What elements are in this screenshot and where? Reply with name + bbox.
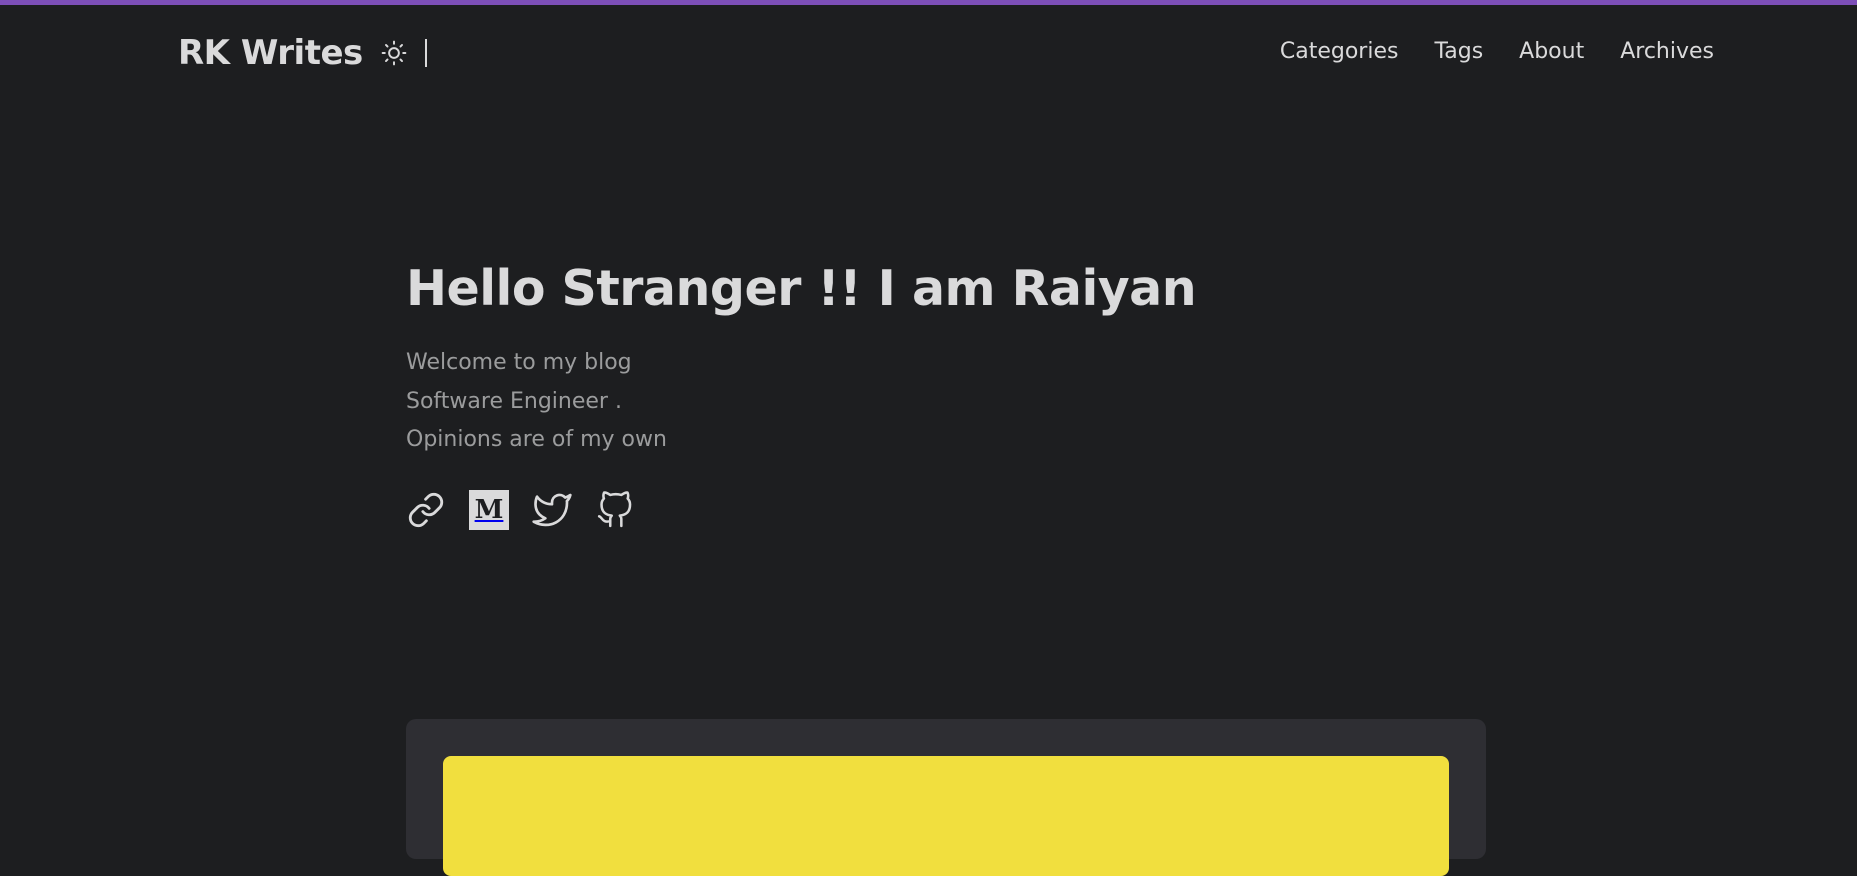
hero-line-welcome: Welcome to my blog: [406, 350, 632, 375]
nav-archives[interactable]: Archives: [1620, 39, 1714, 64]
theme-toggle-button[interactable]: [379, 38, 409, 68]
github-button[interactable]: [595, 490, 635, 530]
github-icon: [597, 490, 632, 527]
twitter-icon: [532, 493, 572, 526]
main-nav: Categories Tags About Archives: [1280, 39, 1714, 64]
hero-description: Welcome to my blog Software Engineer . O…: [406, 344, 1486, 460]
link-button[interactable]: [406, 490, 446, 530]
post-cover-image: [443, 756, 1449, 876]
brand: RK Writes: [178, 33, 427, 73]
link-icon: [408, 492, 444, 527]
nav-categories[interactable]: Categories: [1280, 39, 1399, 64]
medium-button[interactable]: M: [469, 489, 509, 530]
hero-line-disclaimer: Opinions are of my own: [406, 427, 667, 452]
social-links: M: [406, 489, 1486, 530]
hero-section: Hello Stranger !! I am Raiyan Welcome to…: [406, 256, 1486, 530]
nav-about[interactable]: About: [1519, 39, 1584, 64]
post-card[interactable]: [406, 719, 1486, 876]
medium-icon: M: [469, 489, 509, 530]
sun-icon: [381, 40, 407, 66]
hero-line-role: Software Engineer .: [406, 388, 622, 414]
site-header: RK Writes Categories Tags About Archives: [178, 5, 1714, 97]
brand-divider: [424, 39, 427, 67]
nav-tags[interactable]: Tags: [1434, 39, 1483, 64]
hero-title: Hello Stranger !! I am Raiyan: [406, 260, 1197, 317]
site-logo-link[interactable]: RK Writes: [178, 33, 363, 73]
twitter-button[interactable]: [532, 490, 572, 530]
